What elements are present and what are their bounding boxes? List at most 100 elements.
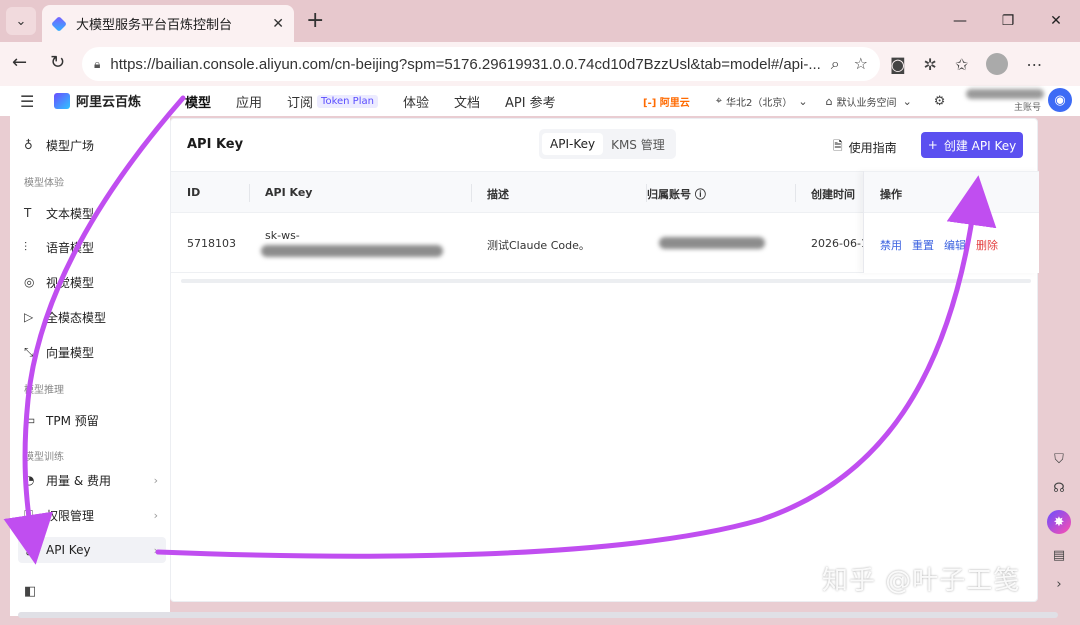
sidebar-item-label: 用量 & 费用 [46, 473, 111, 488]
sidebar-item-voice-model[interactable]: ⫶ 语音模型 [18, 234, 166, 260]
disable-button[interactable]: 禁用 [880, 237, 902, 253]
sidebar-section-inference: 模型推理 [24, 385, 64, 396]
sidebar-item-label: TPM 预留 [46, 413, 99, 428]
sidebar-item-permissions[interactable]: ⚿ 权限管理 › [18, 502, 166, 528]
sidebar-item-usage-cost[interactable]: ◔ 用量 & 费用 › [18, 467, 166, 493]
col-header-actions: 操作 [880, 188, 902, 201]
browser-toolbar: ← ↻ 🔒︎ https://bailian.console.aliyun.co… [0, 42, 1080, 86]
profile-avatar[interactable] [986, 53, 1009, 75]
browser-tab[interactable]: 大模型服务平台百炼控制台 ✕ [42, 5, 294, 42]
location-icon: ⌖ [715, 94, 722, 107]
tab-api-key[interactable]: API-Key [542, 133, 604, 155]
nav-item-subscribe[interactable]: 订阅 Token Plan [287, 92, 378, 111]
nav-item-model[interactable]: 模型 [185, 92, 211, 111]
nav-item-api-ref[interactable]: API 参考 [505, 92, 556, 111]
bag-icon[interactable]: ⛉ [1054, 452, 1064, 467]
chevron-down-icon: ⌄ [15, 13, 27, 29]
cell-owner-redacted [659, 237, 765, 249]
browser-tabbar: ⌄ 大模型服务平台百炼控制台 ✕ + — ❐ ✕ [0, 0, 1080, 42]
chevron-down-icon: ⌄ [798, 94, 808, 108]
watermark: 知乎 @叶子工笺 [822, 566, 1021, 596]
user-avatar[interactable]: ◉ [1048, 88, 1072, 112]
usage-icon: ◔ [24, 473, 35, 487]
refresh-button[interactable]: ↻ [50, 52, 65, 73]
maximize-button[interactable]: ❐ [984, 0, 1032, 42]
close-window-button[interactable]: ✕ [1032, 0, 1080, 42]
tab-title: 大模型服务平台百炼控制台 [76, 18, 233, 33]
plaza-icon: ♁ [24, 138, 33, 152]
key-icon: ⚷ [24, 543, 33, 557]
headset-icon[interactable]: ☊ [1053, 481, 1065, 496]
nav-item-docs[interactable]: 文档 [454, 92, 480, 111]
col-header-id: ID [187, 186, 201, 199]
settings-gear-icon[interactable]: ⚙ [934, 94, 946, 109]
usage-guide-label: 使用指南 [848, 141, 897, 155]
tab-close-button[interactable]: ✕ [272, 16, 284, 32]
sidebar-item-vision-model[interactable]: ◎ 视觉模型 [18, 269, 166, 295]
tab-list-button[interactable]: ⌄ [6, 7, 36, 35]
doc-icon[interactable]: ▤ [1053, 548, 1065, 563]
cell-created-time: 2026-06-1 [811, 237, 868, 250]
cell-id: 5718103 [187, 237, 236, 250]
page-horizontal-scrollbar[interactable] [18, 612, 1058, 618]
floating-toolbar: ⛉ ☊ ✸ ▤ › [1046, 452, 1072, 592]
workspace-selector[interactable]: ⌂ 默认业务空间 ⌄ [826, 94, 916, 109]
sidebar-item-model-plaza[interactable]: ♁ 模型广场 [18, 132, 166, 158]
token-plan-badge: Token Plan [317, 94, 378, 108]
sidebar-item-label: API Key [46, 543, 91, 557]
sidebar-item-label: 权限管理 [46, 508, 95, 523]
hamburger-menu-icon[interactable]: ☰ [20, 92, 34, 111]
sidebar-item-label: 视觉模型 [46, 275, 95, 290]
extensions-icon[interactable]: ✲ [924, 55, 937, 74]
chevron-right-icon: › [153, 473, 158, 487]
sidebar-item-label: 向量模型 [46, 345, 95, 360]
zoom-icon[interactable]: ⌕ [831, 54, 840, 74]
tab-kms[interactable]: KMS 管理 [603, 132, 673, 157]
favorites-icon[interactable]: ✩ [955, 55, 968, 74]
screenshot-icon[interactable]: ◙ [890, 55, 906, 74]
sidebar-item-text-model[interactable]: T 文本模型 [18, 200, 166, 226]
usage-guide-link[interactable]: 🗎︎ 使用指南 [833, 137, 897, 158]
brand[interactable]: 阿里云百炼 [54, 91, 141, 110]
ai-assistant-icon[interactable]: ✸ [1047, 510, 1071, 534]
sidebar-section-training: 模型训练 [24, 452, 64, 463]
back-button[interactable]: ← [12, 52, 27, 73]
new-tab-button[interactable]: + [306, 9, 324, 33]
col-header-desc: 描述 [487, 188, 509, 201]
cell-api-key-prefix: sk-ws- [265, 229, 300, 242]
col-header-owner[interactable]: 归属账号 ⓘ [647, 186, 706, 202]
sidebar-item-omni-model[interactable]: ▷ 全模态模型 [18, 304, 166, 330]
region-label: 华北2（北京） [725, 97, 793, 109]
sidebar-item-tpm-reserve[interactable]: ▭ TPM 预留 [18, 407, 166, 433]
sidebar-collapse-icon[interactable]: ◧ [24, 584, 36, 599]
more-menu-icon[interactable]: ⋯ [1026, 55, 1042, 74]
edit-button[interactable]: 编辑 [944, 237, 966, 253]
brand-logo-icon [54, 92, 70, 109]
chevron-right-icon[interactable]: › [1056, 577, 1061, 592]
favorite-star-icon[interactable]: ☆ [854, 54, 868, 74]
account-type-label: 主账号 [1014, 103, 1042, 113]
cell-description: 测试Claude Code。 [487, 239, 590, 252]
text-icon: T [24, 206, 32, 220]
nav-item-app[interactable]: 应用 [236, 92, 262, 111]
table-horizontal-scrollbar[interactable] [181, 279, 1031, 283]
aliyun-logo[interactable]: [-] 阿里云 [643, 94, 690, 109]
region-selector[interactable]: ⌖ 华北2（北京） ⌄ [716, 94, 812, 109]
workspace-icon: ⌂ [825, 94, 833, 108]
chevron-right-icon: › [153, 543, 158, 557]
sidebar-item-vector-model[interactable]: ⤡ 向量模型 [18, 339, 166, 365]
document-icon: 🗎︎ [833, 139, 843, 153]
sidebar: ♁ 模型广场 模型体验 T 文本模型 ⫶ 语音模型 ◎ 视觉模型 ▷ 全模态模型… [10, 116, 170, 616]
sidebar-item-label: 全模态模型 [46, 310, 107, 325]
api-key-panel: API Key API-Key KMS 管理 🗎︎ 使用指南 + 创建 API … [170, 118, 1039, 602]
url-text[interactable]: https://bailian.console.aliyun.com/cn-be… [110, 56, 822, 73]
minimize-button[interactable]: — [936, 0, 984, 42]
create-api-key-button[interactable]: + 创建 API Key [921, 132, 1023, 158]
nav-item-experience[interactable]: 体验 [403, 92, 429, 111]
sidebar-item-api-key[interactable]: ⚷ API Key › [18, 537, 166, 563]
reset-button[interactable]: 重置 [912, 237, 934, 253]
address-bar[interactable]: 🔒︎ https://bailian.console.aliyun.com/cn… [82, 47, 880, 81]
delete-button[interactable]: 删除 [976, 237, 998, 253]
column-divider [249, 184, 250, 202]
sidebar-item-label: 文本模型 [46, 206, 95, 221]
